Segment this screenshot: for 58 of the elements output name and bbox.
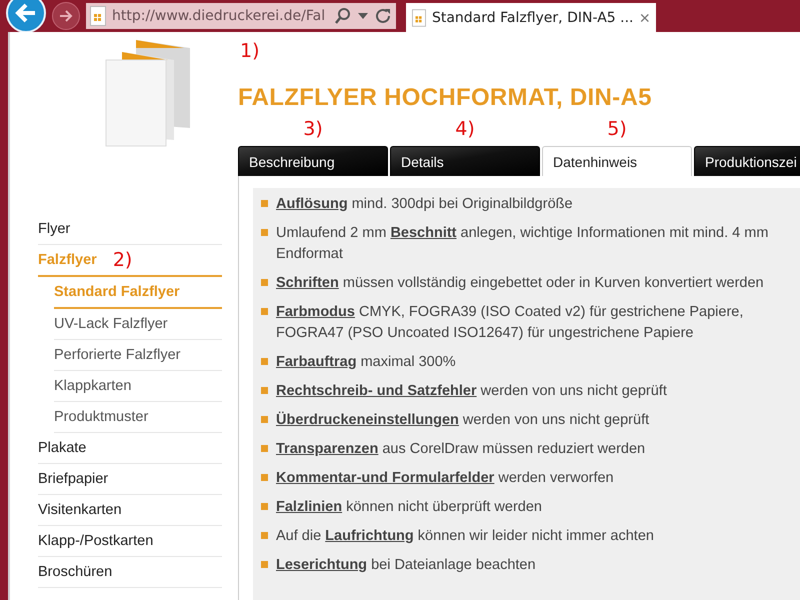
caret-icon[interactable] <box>358 13 368 19</box>
sidebar-item[interactable]: Plakate <box>38 440 86 456</box>
bullet-icon <box>261 279 268 286</box>
hint-text: Leserichtung bei Dateianlage beachten <box>276 556 536 575</box>
bullet-icon <box>261 358 268 365</box>
hint-text: Auflösung mind. 300dpi bei Originalbildgröße <box>276 195 573 214</box>
bullet-icon <box>261 229 268 236</box>
bullet-icon <box>261 503 268 510</box>
hint-text: Rechtschreib- und Satzfehler werden von uns nicht geprüft <box>276 382 667 401</box>
bullet-icon <box>261 308 268 315</box>
document-icon <box>412 8 426 28</box>
tab[interactable]: Produktionszei <box>694 146 800 176</box>
tab-title: Standard Falzflyer, DIN-A5 ... <box>432 10 634 26</box>
close-button[interactable]: × <box>639 8 650 28</box>
hint-text: Auf die Laufrichtung können wir leider nicht immer achten <box>276 527 654 546</box>
sidebar-item[interactable]: Broschüren <box>38 564 112 580</box>
hint-text: Überdruckeneinstellungen werden von uns nicht geprüft <box>276 410 650 430</box>
bullet-icon <box>261 445 268 452</box>
annotation-number: 5) <box>607 117 627 142</box>
hint-text: Farbmodus CMYK, FOGRA39 (ISO Coated v2) für gestrichene Papiere, FOGRA47 (PSO Uncoated ISO12647) für ungestrichene Papiere <box>276 303 744 343</box>
tab[interactable]: Datenhinweis <box>542 146 692 176</box>
annotation-number: 2) <box>112 249 132 271</box>
arrow-right-icon <box>59 10 73 22</box>
browser-tab[interactable]: Standard Falzflyer, DIN-A5 ... × <box>406 3 656 33</box>
annotation-number: 4) <box>455 117 475 142</box>
tab[interactable]: Beschreibung <box>238 146 388 176</box>
bullet-icon <box>261 200 268 207</box>
annotation-number: 1) <box>240 40 261 64</box>
address-bar[interactable]: http://www.diedruckerei.de/Fal <box>86 3 396 29</box>
refresh-icon[interactable] <box>374 7 392 25</box>
hint-text: Schriften müssen vollständig eingebettet oder in Kurven konvertiert werden <box>276 274 764 293</box>
sidebar-item[interactable]: Visitenkarten <box>38 502 122 518</box>
bullet-icon <box>261 387 268 394</box>
arrow-left-icon <box>15 3 37 23</box>
hint-text: Umlaufend 2 mm Beschnitt anlegen, wichtige Informationen mit mind. 4 mm Endformat <box>276 224 770 264</box>
sidebar-item[interactable]: UV-Lack Falzflyer <box>54 316 168 332</box>
bullet-icon <box>261 532 268 539</box>
sidebar-item[interactable]: Perforierte Falzflyer <box>54 347 181 363</box>
back-button[interactable] <box>6 0 46 33</box>
url-text: http://www.diedruckerei.de/Fal <box>112 8 326 24</box>
hint-text: Falzlinien können nicht überprüft werden <box>276 498 542 517</box>
sidebar-item[interactable]: Klapp-/Postkarten <box>38 533 154 549</box>
search-icon[interactable] <box>334 7 352 25</box>
tab[interactable]: Details <box>390 146 540 176</box>
sidebar-item[interactable]: Klappkarten <box>54 378 132 394</box>
hint-text: Farbauftrag maximal 300% <box>276 353 456 372</box>
document-icon <box>90 6 106 26</box>
sidebar-item[interactable]: Produktmuster <box>54 409 148 425</box>
bullet-icon <box>261 416 268 423</box>
sidebar-item[interactable]: Flyer <box>38 221 70 237</box>
page-title: FALZFLYER HOCHFORMAT, DIN-A5 <box>238 84 653 112</box>
bullet-icon <box>261 474 268 481</box>
hint-text: Kommentar-und Formularfelder werden verworfen <box>276 469 614 488</box>
sidebar-item[interactable]: Briefpapier <box>38 471 108 487</box>
hint-text: Transparenzen aus CorelDraw müssen reduziert werden <box>276 440 646 459</box>
annotation-number: 3) <box>303 117 323 142</box>
forward-button[interactable] <box>52 2 80 30</box>
bullet-icon <box>261 561 268 568</box>
